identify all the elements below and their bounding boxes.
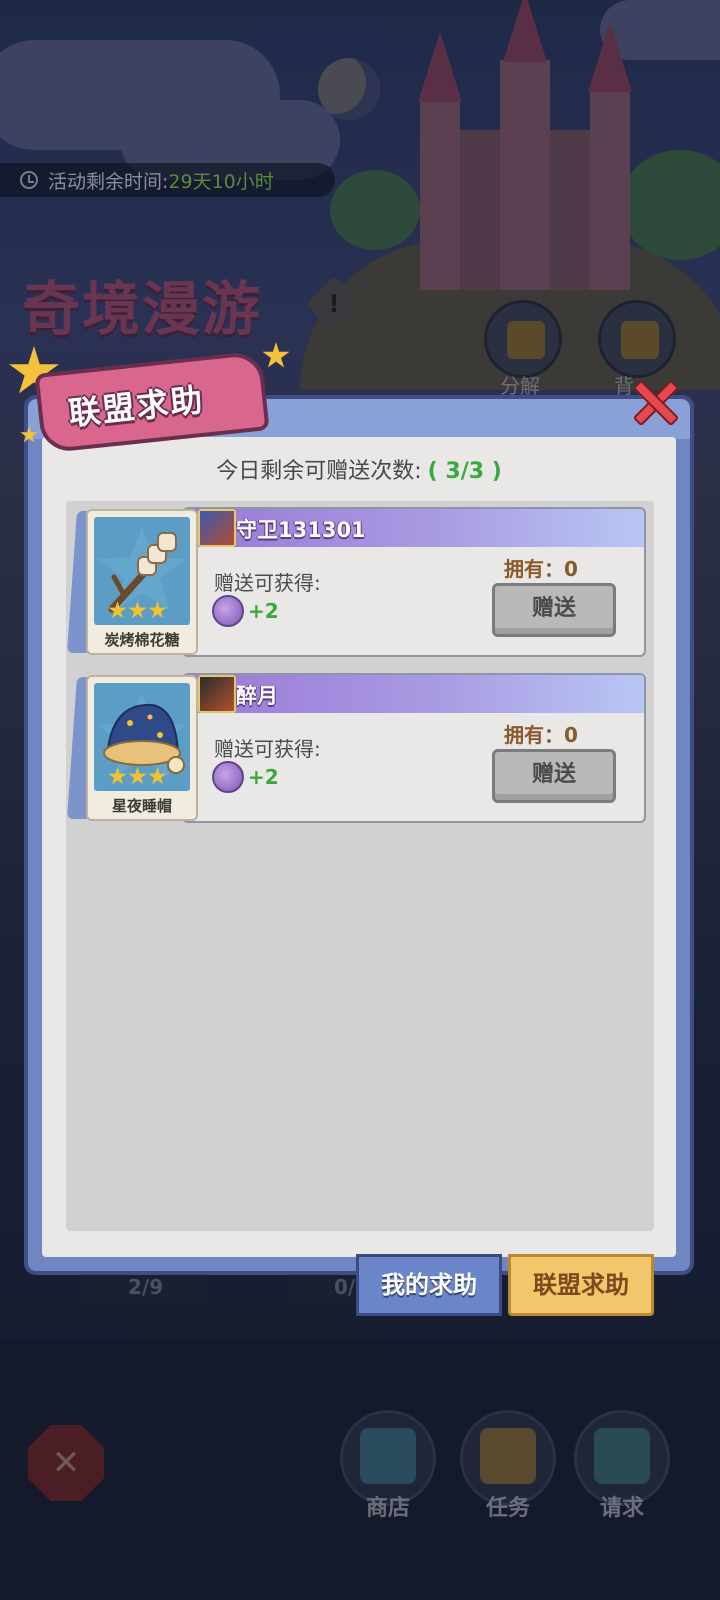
- dialog-body: 今日剩余可赠送次数:( 3/3 ) 守卫131301 赠送可获得: +2 拥有：…: [42, 437, 676, 1257]
- reward-label: 赠送可获得:: [214, 571, 321, 595]
- item-tile[interactable]: 炭烤棉花糖: [86, 509, 198, 655]
- owned-count: 拥有：0: [504, 723, 578, 747]
- tree: [330, 170, 420, 250]
- task-clipboard-icon: [480, 1428, 536, 1484]
- gift-count-row: 今日剩余可赠送次数:( 3/3 ): [42, 453, 676, 485]
- star-icon: [128, 767, 147, 785]
- nav-requests-label: 请求: [599, 1496, 644, 1521]
- gift-count-label: 今日剩余可赠送次数:: [216, 459, 422, 484]
- item-name: 星夜睡帽: [111, 797, 172, 815]
- player-name: 醉月: [236, 684, 278, 708]
- item-name: 炭烤棉花糖: [104, 631, 180, 649]
- owned-count: 拥有：0: [504, 557, 578, 581]
- close-icon: ✕: [51, 1443, 81, 1483]
- player-avatar[interactable]: [198, 509, 236, 547]
- progress-right: 0/: [288, 1272, 358, 1302]
- tab-alliance-requests[interactable]: 联盟求助: [508, 1254, 654, 1316]
- bottle-icon: [594, 1428, 650, 1484]
- request-row: 醉月 赠送可获得: +2 拥有：0 赠送: [182, 673, 646, 823]
- event-timer: 活动剩余时间: 29天10小时: [0, 163, 335, 197]
- request-card: 醉月 赠送可获得: +2 拥有：0 赠送 星夜睡帽: [67, 673, 646, 823]
- request-row: 守卫131301 赠送可获得: +2 拥有：0 赠送: [182, 507, 646, 657]
- give-button[interactable]: 赠送: [492, 583, 616, 637]
- star-icon: [128, 601, 147, 619]
- star-icon: [148, 767, 167, 785]
- clock-icon: [20, 171, 38, 189]
- alliance-help-dialog: 今日剩余可赠送次数:( 3/3 ) 守卫131301 赠送可获得: +2 拥有：…: [24, 395, 694, 1275]
- castle: [418, 0, 640, 290]
- nav-requests[interactable]: 请求: [570, 1410, 674, 1521]
- tab-my-requests[interactable]: 我的求助: [356, 1254, 502, 1316]
- item-tile[interactable]: 星夜睡帽: [86, 675, 198, 821]
- info-icon[interactable]: !: [305, 275, 363, 333]
- nav-tasks[interactable]: 任务: [456, 1410, 560, 1521]
- event-timer-label: 活动剩余时间:: [48, 170, 169, 193]
- star-icon: [148, 601, 167, 619]
- backpack-button[interactable]: [598, 300, 676, 378]
- player-name: 守卫131301: [236, 518, 366, 542]
- gift-count-value: ( 3/3 ): [427, 459, 502, 484]
- nav-shop-label: 商店: [365, 1496, 410, 1521]
- player-avatar[interactable]: [198, 675, 236, 713]
- star-icon: [108, 767, 127, 785]
- nav-shop[interactable]: 商店: [336, 1410, 440, 1521]
- nav-tasks-label: 任务: [485, 1496, 530, 1521]
- reward-value: +2: [248, 765, 279, 789]
- shop-icon: [360, 1428, 416, 1484]
- star-icon: [108, 601, 127, 619]
- item-stars: [108, 767, 168, 787]
- player-name-bar: 醉月: [184, 675, 644, 713]
- player-name-bar: 守卫131301: [184, 509, 644, 547]
- give-button[interactable]: 赠送: [492, 749, 616, 803]
- event-title: 奇境漫游: [22, 275, 263, 343]
- alliance-token-icon: [212, 761, 244, 793]
- decompose-button[interactable]: [484, 300, 562, 378]
- progress-left: 2/9: [82, 1272, 206, 1302]
- request-card: 守卫131301 赠送可获得: +2 拥有：0 赠送 炭烤棉花糖: [67, 507, 646, 657]
- reward-label: 赠送可获得:: [214, 737, 321, 761]
- item-stars: [108, 601, 168, 621]
- alliance-token-icon: [212, 595, 244, 627]
- event-timer-value: 29天10小时: [168, 170, 274, 193]
- backpack-icon: [621, 321, 659, 359]
- request-list[interactable]: 守卫131301 赠送可获得: +2 拥有：0 赠送 炭烤棉花糖 醉月 赠送可获…: [66, 501, 654, 1231]
- close-event-button[interactable]: ✕: [28, 1425, 104, 1501]
- moon-icon: [318, 58, 380, 120]
- hammer-icon: [507, 321, 545, 359]
- dialog-title: 联盟求助: [66, 380, 207, 433]
- reward-value: +2: [248, 599, 279, 623]
- close-dialog-button[interactable]: [630, 378, 680, 428]
